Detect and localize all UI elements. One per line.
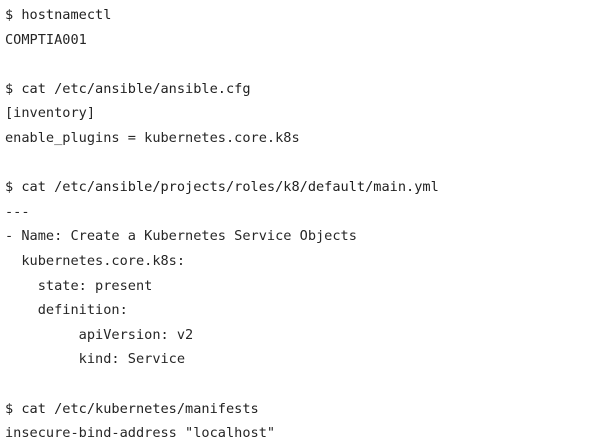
- command-line: $ cat /etc/ansible/ansible.cfg: [5, 80, 251, 97]
- output-line: ---: [5, 203, 30, 220]
- output-line: apiVersion: v2: [5, 326, 194, 343]
- output-line: kind: Service: [5, 351, 186, 368]
- output-line: COMPTIA001: [5, 31, 87, 48]
- terminal-output: $ hostnamectl COMPTIA001 $ cat /etc/ansi…: [0, 0, 596, 441]
- command-line: $ cat /etc/ansible/projects/roles/k8/def…: [5, 179, 439, 196]
- command-line: $ cat /etc/kubernetes/manifests: [5, 400, 259, 417]
- output-line: kubernetes.core.k8s:: [5, 252, 186, 269]
- output-line: - Name: Create a Kubernetes Service Obje…: [5, 228, 357, 245]
- output-line: state: present: [5, 277, 153, 294]
- output-line: [inventory]: [5, 105, 96, 122]
- output-line: definition:: [5, 302, 128, 319]
- output-line: enable_plugins = kubernetes.core.k8s: [5, 129, 300, 146]
- command-line: $ hostnamectl: [5, 7, 112, 23]
- output-line: insecure-bind-address "localhost": [5, 425, 276, 442]
